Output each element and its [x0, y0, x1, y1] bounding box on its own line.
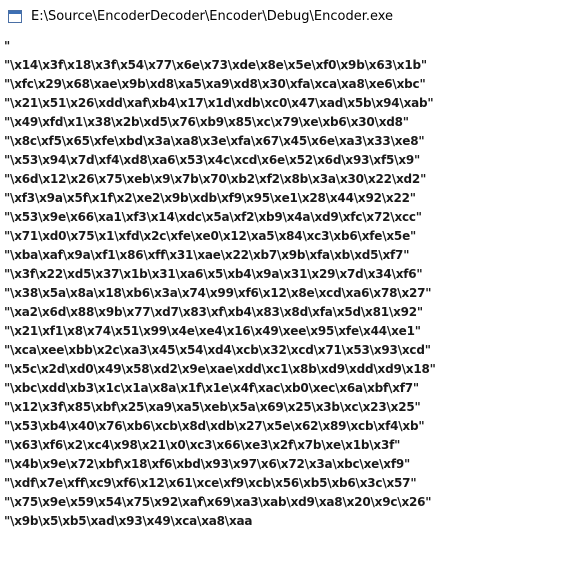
window-title: E:\Source\EncoderDecoder\Encoder\Debug\E… — [31, 9, 394, 24]
console-line: "\xa2\x6d\x88\x9b\x77\xd7\x83\xf\xb4\x83… — [4, 305, 423, 319]
console-line: "\x53\x9e\x66\xa1\xf3\x14\xdc\x5a\xf2\xb… — [4, 210, 422, 224]
console-line: "\xbc\xdd\xb3\x1c\x1a\x8a\x1f\x1e\x4f\xa… — [4, 381, 419, 395]
console-line: "\x71\xd0\x75\x1\xfd\x2c\xfe\xe0\x12\xa5… — [4, 229, 417, 243]
console-line: "\x21\xf1\x8\x74\x51\x99\x4e\xe4\x16\x49… — [4, 324, 421, 338]
console-line: "\x49\xfd\x1\x38\x2b\xd5\x76\xb9\x85\xc\… — [4, 115, 409, 129]
console-line: "\x8c\xf5\x65\xfe\xbd\x3a\xa8\x3e\xfa\x6… — [4, 134, 425, 148]
console-line: "\x12\x3f\x85\xbf\x25\xa9\xa5\xeb\x5a\x6… — [4, 400, 421, 414]
console-line: "\x5c\x2d\xd0\x49\x58\xd2\x9e\xae\xdd\xc… — [4, 362, 436, 376]
console-line: "\x38\x5a\x8a\x18\xb6\x3a\x74\x99\xf6\x1… — [4, 286, 432, 300]
console-app-icon — [8, 10, 22, 23]
console-line: "\x3f\x22\xd5\x37\x1b\x31\xa6\x5\xb4\x9a… — [4, 267, 423, 281]
console-line: "\x14\x3f\x18\x3f\x54\x77\x6e\x73\xde\x8… — [4, 58, 427, 72]
console-line: "\xf3\x9a\x5f\x1f\x2\xe2\x9b\xdb\xf9\x95… — [4, 191, 416, 205]
console-line: " — [4, 39, 11, 53]
console-line: "\x63\xf6\x2\xc4\x98\x21\x0\xc3\x66\xe3\… — [4, 438, 401, 452]
console-line: "\xdf\x7e\xff\xc9\xf6\x12\x61\xce\xf9\xc… — [4, 476, 417, 490]
console-line: "\x6d\x12\x26\x75\xeb\x9\x7b\x70\xb2\xf2… — [4, 172, 427, 186]
console-lines: " "\x14\x3f\x18\x3f\x54\x77\x6e\x73\xde\x… — [0, 37, 436, 531]
console-line: "\x53\xb4\x40\x76\xb6\xcb\x8d\xdb\x27\x5… — [4, 419, 425, 433]
console-line: "\xba\xaf\x9a\xf1\x86\xff\x31\xae\x22\xb… — [4, 248, 410, 262]
console-line: "\xca\xee\xbb\x2c\xa3\x45\x54\xd4\xcb\x3… — [4, 343, 431, 357]
console-line: "\x53\x94\x7d\xf4\xd8\xa6\x53\x4c\xcd\x6… — [4, 153, 421, 167]
title-bar[interactable]: E:\Source\EncoderDecoder\Encoder\Debug\E… — [0, 0, 571, 35]
console-line: "\x21\x51\x26\xdd\xaf\xb4\x17\x1d\xdb\xc… — [4, 96, 434, 110]
console-line: "\x9b\x5\xb5\xad\x93\x49\xca\xa8\xaa — [4, 514, 253, 528]
console-line: "\x4b\x9e\x72\xbf\x18\xf6\xbd\x93\x97\x6… — [4, 457, 411, 471]
console-output[interactable]: " "\x14\x3f\x18\x3f\x54\x77\x6e\x73\xde\x… — [0, 35, 571, 565]
console-line: "\x75\x9e\x59\x54\x75\x92\xaf\x69\xa3\xa… — [4, 495, 432, 509]
console-line: "\xfc\x29\x68\xae\x9b\xd8\xa5\xa9\xd8\x3… — [4, 77, 426, 91]
console-window: E:\Source\EncoderDecoder\Encoder\Debug\E… — [0, 0, 571, 565]
